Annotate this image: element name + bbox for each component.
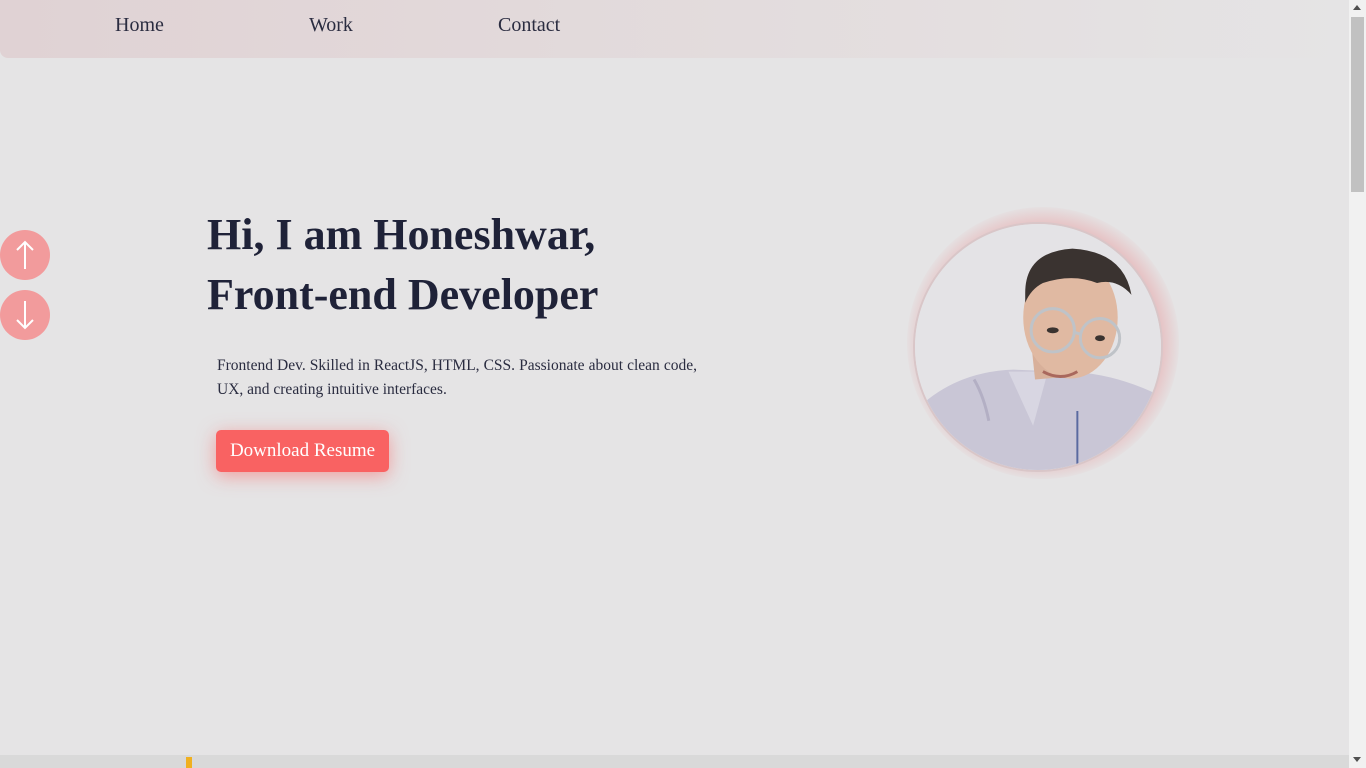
- scroll-arrow-up-icon[interactable]: [1353, 5, 1361, 10]
- hero-heading-line2: Front-end Developer: [207, 270, 599, 319]
- scroll-arrow-down-icon[interactable]: [1353, 757, 1361, 762]
- nav-link-contact[interactable]: Contact: [498, 14, 560, 37]
- hero-heading: Hi, I am Honeshwar, Front-end Developer: [207, 205, 598, 325]
- profile-photo: [915, 224, 1161, 470]
- arrow-up-icon: [16, 240, 34, 269]
- bottom-strip: [0, 755, 1349, 768]
- scrollbar-thumb[interactable]: [1351, 17, 1364, 192]
- vertical-scrollbar[interactable]: [1349, 0, 1366, 768]
- hero-heading-line1: Hi, I am Honeshwar,: [207, 210, 596, 259]
- hero-description: Frontend Dev. Skilled in ReactJS, HTML, …: [217, 357, 697, 398]
- bottom-marker: [186, 757, 192, 768]
- scroll-down-button[interactable]: [0, 290, 50, 340]
- arrow-down-icon: [16, 301, 34, 330]
- top-navbar: Home Work Contact: [0, 0, 1349, 58]
- download-resume-button[interactable]: Download Resume: [216, 430, 389, 472]
- scroll-up-button[interactable]: [0, 230, 50, 280]
- nav-link-work[interactable]: Work: [309, 14, 353, 37]
- profile-avatar: [913, 222, 1163, 472]
- nav-link-home[interactable]: Home: [115, 14, 164, 37]
